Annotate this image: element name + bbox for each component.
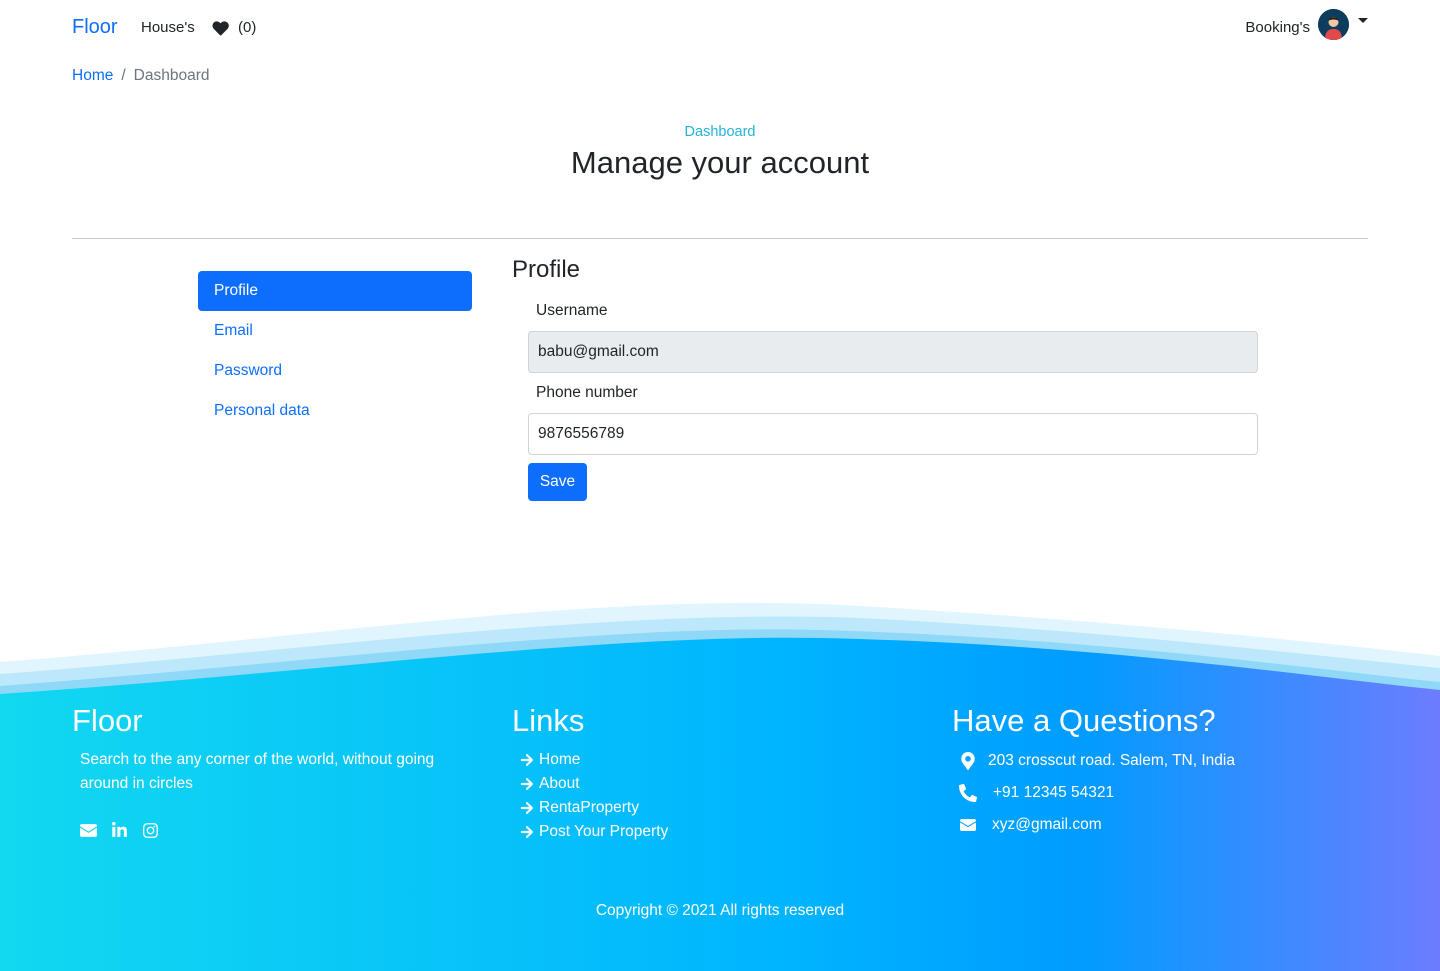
footer-social-icons bbox=[80, 822, 159, 839]
footer-links-list: Home About RentaProperty Post Your Prope… bbox=[519, 748, 668, 844]
linkedin-icon[interactable] bbox=[111, 822, 128, 839]
user-avatar-icon bbox=[1318, 9, 1349, 40]
page-title: Manage your account bbox=[570, 145, 870, 180]
chevron-down-icon[interactable] bbox=[1358, 18, 1368, 23]
footer-phone-text: +91 12345 54321 bbox=[993, 784, 1115, 801]
footer-link-about[interactable]: About bbox=[519, 772, 668, 796]
footer-phone: +91 12345 54321 bbox=[958, 784, 1114, 802]
footer-address-text: 203 crosscut road. Salem, TN, India bbox=[988, 752, 1235, 769]
footer-link-post-property[interactable]: Post Your Property bbox=[519, 820, 668, 844]
favorites-count: (0) bbox=[238, 19, 257, 36]
footer-link-label: Home bbox=[539, 751, 581, 768]
instagram-icon[interactable] bbox=[142, 822, 159, 839]
arrow-right-icon bbox=[520, 778, 534, 790]
arrow-right-icon bbox=[520, 802, 534, 814]
side-menu-item-profile[interactable]: Profile bbox=[198, 271, 472, 311]
username-field: babu@gmail.com bbox=[528, 331, 1258, 373]
map-marker-icon bbox=[958, 752, 978, 770]
save-button[interactable]: Save bbox=[528, 463, 587, 501]
nav-houses-link[interactable]: House's bbox=[141, 19, 195, 36]
page-subtitle: Dashboard bbox=[684, 124, 756, 140]
footer-link-renta-property[interactable]: RentaProperty bbox=[519, 796, 668, 820]
arrow-right-icon bbox=[520, 754, 534, 766]
nav-bookings-link[interactable]: Booking's bbox=[1245, 19, 1310, 36]
footer-tagline: Search to the any corner of the world, w… bbox=[80, 751, 435, 792]
heart-icon bbox=[212, 20, 229, 35]
breadcrumb-home-link[interactable]: Home bbox=[72, 67, 113, 85]
brand-link[interactable]: Floor bbox=[72, 16, 118, 39]
side-menu-item-email[interactable]: Email bbox=[198, 311, 472, 351]
footer-contact-title: Have a Questions? bbox=[952, 703, 1216, 738]
footer-link-home[interactable]: Home bbox=[519, 748, 668, 772]
footer-address: 203 crosscut road. Salem, TN, India bbox=[958, 752, 1235, 770]
footer-link-label: RentaProperty bbox=[539, 799, 639, 816]
phone-number-field[interactable]: 9876556789 bbox=[528, 413, 1258, 455]
footer-links-title: Links bbox=[512, 703, 585, 738]
phone-label: Phone number bbox=[536, 384, 638, 401]
envelope-icon bbox=[958, 816, 978, 834]
side-menu-item-password[interactable]: Password bbox=[198, 351, 472, 391]
footer-link-label: Post Your Property bbox=[539, 823, 669, 840]
arrow-right-icon bbox=[520, 826, 534, 838]
breadcrumb-current: Dashboard bbox=[133, 67, 210, 84]
breadcrumb: Home / Dashboard bbox=[72, 67, 210, 85]
copyright-text: Copyright © 2021 All rights reserved bbox=[595, 902, 845, 919]
divider bbox=[72, 238, 1368, 239]
username-label: Username bbox=[536, 302, 608, 319]
navbar: Floor House's (0) Booking's bbox=[0, 0, 1440, 56]
side-menu-item-personal-data[interactable]: Personal data bbox=[198, 391, 472, 431]
profile-section-title: Profile bbox=[512, 256, 581, 283]
nav-favorites-link[interactable]: (0) bbox=[212, 19, 256, 36]
footer-email-text[interactable]: xyz@gmail.com bbox=[992, 816, 1102, 834]
phone-icon bbox=[958, 784, 978, 802]
breadcrumb-separator: / bbox=[121, 67, 126, 84]
footer-email: xyz@gmail.com bbox=[958, 816, 1102, 834]
footer-link-label: About bbox=[539, 775, 580, 792]
account-side-menu: Profile Email Password Personal data bbox=[198, 271, 472, 431]
footer-brand: Floor bbox=[72, 703, 143, 738]
envelope-icon[interactable] bbox=[80, 822, 97, 839]
user-avatar[interactable] bbox=[1318, 9, 1349, 40]
